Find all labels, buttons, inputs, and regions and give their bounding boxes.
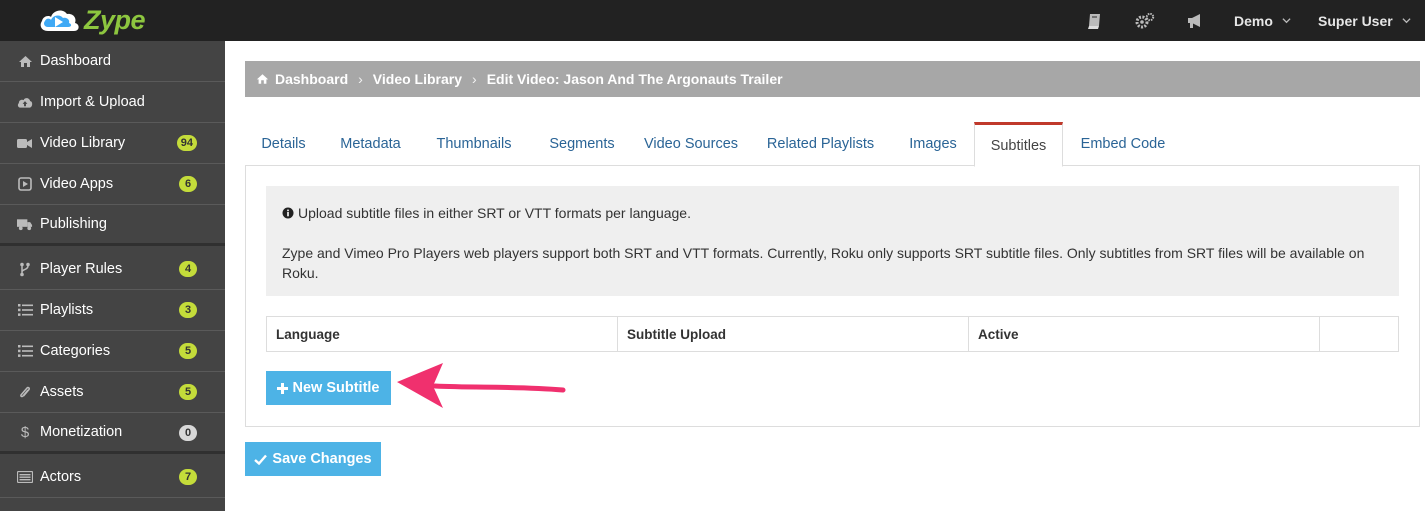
paperclip-icon	[17, 384, 33, 400]
column-active: Active	[969, 317, 1320, 351]
count-badge: 7	[179, 469, 197, 485]
tab-details[interactable]: Details	[245, 122, 322, 166]
tab-related-playlists[interactable]: Related Playlists	[756, 122, 885, 166]
top-navbar: Zype Demo Super User	[0, 0, 1425, 41]
info-text-players: Zype and Vimeo Pro Players web players s…	[282, 245, 1365, 281]
sidebar-item-label: Monetization	[40, 424, 123, 440]
new-subtitle-label: New Subtitle	[292, 380, 380, 396]
zype-logo[interactable]: Zype	[38, 2, 146, 38]
check-icon	[254, 454, 268, 465]
id-card-icon	[17, 469, 33, 485]
sidebar-item-playlists[interactable]: Playlists 3	[0, 290, 225, 331]
list-icon	[17, 302, 33, 318]
account-menu[interactable]: Demo	[1234, 0, 1291, 41]
plus-icon	[277, 382, 289, 394]
sidebar-item-label: Player Rules	[40, 261, 123, 277]
tab-video-sources[interactable]: Video Sources	[635, 122, 747, 166]
sidebar-item-label: Categories	[40, 343, 111, 359]
logo-text: Zype	[84, 4, 146, 35]
count-badge: 3	[179, 302, 197, 318]
chevron-down-icon	[1402, 18, 1411, 24]
sidebar-item-label: Dashboard	[40, 53, 111, 69]
home-icon	[17, 53, 33, 69]
list-icon	[17, 343, 33, 359]
sidebar-item-label: Video Library	[40, 135, 126, 151]
sidebar-item-player-rules[interactable]: Player Rules 4	[0, 249, 225, 290]
cloud-play-icon	[38, 5, 82, 35]
sidebar-item-label: Publishing	[40, 216, 107, 232]
sidebar-item-label: Assets	[40, 384, 84, 400]
sidebar-item-categories[interactable]: Categories 5	[0, 331, 225, 372]
breadcrumb-video-library[interactable]: Video Library	[373, 71, 462, 87]
count-badge: 0	[179, 425, 197, 441]
breadcrumb-dashboard[interactable]: Dashboard	[275, 71, 348, 87]
column-language: Language	[267, 317, 618, 351]
info-circle-icon	[282, 207, 294, 219]
svg-text:$: $	[21, 424, 30, 440]
sidebar-item-dashboard[interactable]: Dashboard	[0, 41, 225, 82]
sidebar-item-video-apps[interactable]: Video Apps 6	[0, 164, 225, 205]
play-square-icon	[17, 176, 33, 192]
column-subtitle-upload: Subtitle Upload	[618, 317, 969, 351]
sidebar-item-video-library[interactable]: Video Library 94	[0, 123, 225, 164]
sidebar-item-import-upload[interactable]: Import & Upload	[0, 82, 225, 123]
user-menu[interactable]: Super User	[1318, 0, 1411, 41]
user-menu-label: Super User	[1318, 12, 1393, 29]
save-changes-button[interactable]: Save Changes	[245, 442, 381, 476]
code-fork-icon	[17, 261, 33, 277]
book-icon[interactable]	[1085, 11, 1105, 31]
breadcrumb-current: Edit Video: Jason And The Argonauts Trai…	[486, 71, 783, 87]
video-camera-icon	[17, 135, 33, 151]
cloud-upload-icon	[17, 94, 33, 110]
info-box: Upload subtitle files in either SRT or V…	[266, 186, 1399, 296]
count-badge: 94	[176, 135, 197, 151]
breadcrumb-separator: ›	[472, 71, 477, 87]
account-menu-label: Demo	[1234, 12, 1273, 29]
sidebar-item-label: Playlists	[40, 302, 94, 318]
dollar-icon: $	[17, 424, 33, 440]
column-actions	[1320, 317, 1398, 351]
sidebar-item-assets[interactable]: Assets 5	[0, 372, 225, 413]
sidebar: Dashboard Import & Upload Video Library …	[0, 41, 225, 511]
tab-segments[interactable]: Segments	[533, 122, 631, 166]
sidebar-item-publishing[interactable]: Publishing	[0, 205, 225, 246]
breadcrumb: Dashboard › Video Library › Edit Video: …	[245, 61, 1420, 97]
count-badge: 4	[179, 261, 197, 277]
tab-thumbnails[interactable]: Thumbnails	[421, 122, 527, 166]
breadcrumb-separator: ›	[358, 71, 363, 87]
subtitles-table-header: Language Subtitle Upload Active	[266, 316, 1399, 352]
tab-bar: Details Metadata Thumbnails Segments Vid…	[245, 122, 1420, 167]
new-subtitle-button[interactable]: New Subtitle	[266, 371, 391, 405]
count-badge: 5	[179, 384, 197, 400]
sidebar-item-monetization[interactable]: $ Monetization 0	[0, 413, 225, 454]
count-badge: 5	[179, 343, 197, 359]
count-badge: 6	[179, 176, 197, 192]
sidebar-item-label: Video Apps	[40, 176, 114, 192]
sidebar-item-label: Actors	[40, 469, 82, 485]
chevron-down-icon	[1282, 18, 1291, 24]
info-text-formats: Upload subtitle files in either SRT or V…	[298, 205, 691, 221]
home-icon	[256, 74, 269, 84]
bullhorn-icon[interactable]	[1185, 11, 1205, 31]
tab-subtitles[interactable]: Subtitles	[974, 122, 1063, 167]
annotation-arrow-icon	[397, 363, 566, 408]
save-changes-label: Save Changes	[272, 451, 372, 467]
tab-images[interactable]: Images	[897, 122, 969, 166]
sidebar-item-label: Import & Upload	[40, 94, 145, 110]
gears-icon[interactable]	[1135, 11, 1155, 31]
tab-metadata[interactable]: Metadata	[325, 122, 416, 166]
truck-icon	[17, 216, 33, 232]
tab-embed-code[interactable]: Embed Code	[1068, 122, 1178, 166]
sidebar-item-actors[interactable]: Actors 7	[0, 457, 225, 498]
